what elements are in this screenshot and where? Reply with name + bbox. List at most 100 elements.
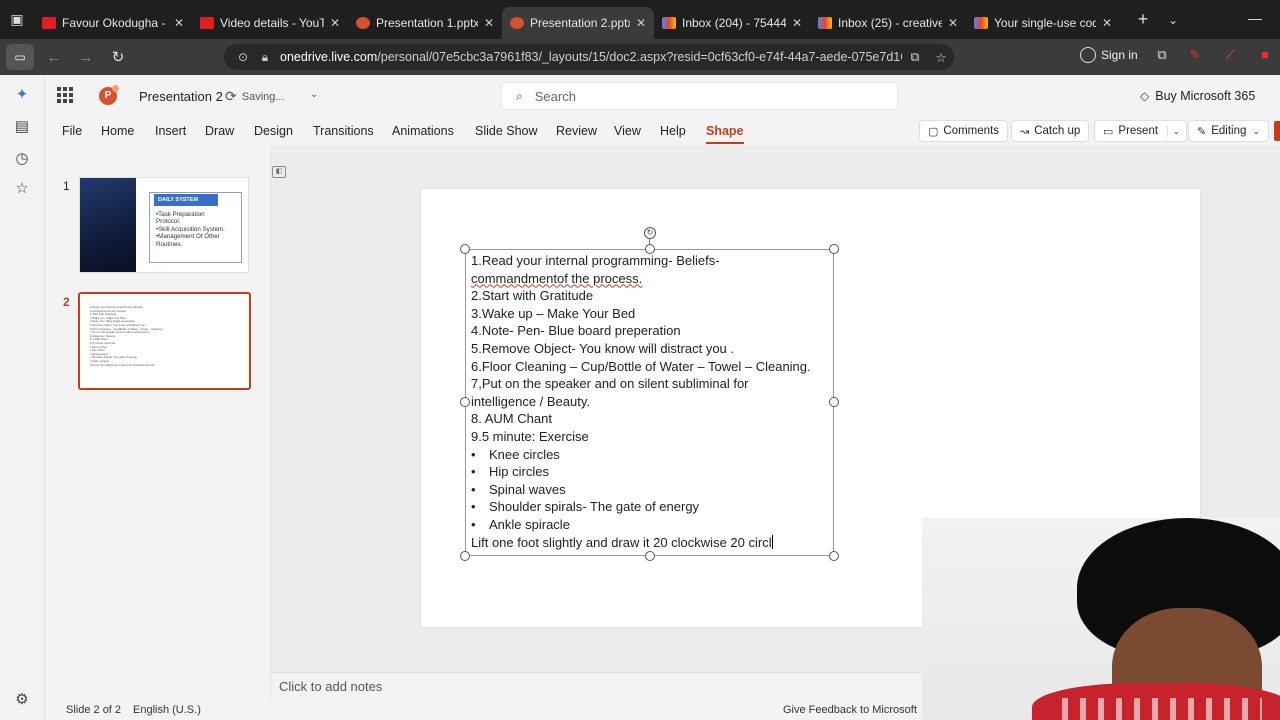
bullet-item: • Shoulder spirals- The gate of energy xyxy=(471,499,700,515)
url-path: /personal/07e5cbc3a7961f83/_layouts/15/d… xyxy=(377,50,902,64)
copilot-icon[interactable]: ✦ xyxy=(12,85,32,105)
share-button[interactable] xyxy=(1274,121,1280,141)
close-tab-icon[interactable]: ✕ xyxy=(330,16,340,30)
bullet-item: • Spinal waves xyxy=(471,481,566,497)
powerpoint-logo-icon[interactable]: P xyxy=(99,85,119,105)
text-line: 5.Remove Object- You know will distract … xyxy=(471,340,735,356)
tab-insert[interactable]: Insert xyxy=(155,124,186,138)
close-tab-icon[interactable]: ✕ xyxy=(948,16,958,30)
youtube-icon xyxy=(42,17,56,29)
present-button[interactable]: ▭ Present ⌄ xyxy=(1094,120,1188,142)
text-line-misspelled: commandmentof the process. xyxy=(471,270,643,286)
browser-tab[interactable]: Your single-use code - ✕ xyxy=(966,7,1120,39)
settings-gear-icon[interactable]: ⚙ xyxy=(12,690,32,710)
browser-toolbar: ▭ ← → ↻ ⊙ 🔒︎ onedrive.live.com/personal/… xyxy=(0,39,1280,75)
slide-thumbnail-1[interactable]: DAILY SYSTEM •Task Preparation Protocol.… xyxy=(79,177,249,273)
tab-home[interactable]: Home xyxy=(101,124,134,138)
extensions-icon[interactable]: ⧉ xyxy=(1152,47,1172,67)
minimize-window-icon[interactable]: — xyxy=(1248,10,1262,26)
close-tab-icon[interactable]: ✕ xyxy=(636,16,646,30)
close-tab-icon[interactable]: ✕ xyxy=(484,16,494,30)
text-line: 7,Put on the speaker and on silent subli… xyxy=(471,376,749,392)
slide-thumbnails-pane: 1 DAILY SYSTEM •Task Preparation Protoco… xyxy=(45,145,270,700)
webcam-overlay xyxy=(922,518,1280,720)
tab-search-chevron-icon[interactable]: ⌄ xyxy=(1158,13,1188,27)
language-indicator[interactable]: English (U.S.) xyxy=(133,704,201,716)
slide-counter: Slide 2 of 2 xyxy=(66,704,122,716)
close-tab-icon[interactable]: ✕ xyxy=(174,16,184,30)
tab-view[interactable]: View xyxy=(614,124,641,138)
lock-icon: 🔒︎ xyxy=(261,49,269,64)
install-app-icon[interactable]: ⧉ xyxy=(902,50,928,65)
history-icon[interactable]: ◷ xyxy=(12,149,32,169)
slide-text-body[interactable]: 1.Read your internal programming- Belief… xyxy=(471,252,831,551)
collapse-thumbnails-icon[interactable]: ◧ xyxy=(272,166,286,178)
tab-slide-show[interactable]: Slide Show xyxy=(475,124,538,138)
text-line: 2.Start with Gratitude xyxy=(471,288,594,304)
thumbnail-dark-panel xyxy=(80,178,136,272)
back-icon[interactable]: ← xyxy=(38,39,70,75)
tab-review[interactable]: Review xyxy=(556,124,597,138)
tab-help[interactable]: Help xyxy=(660,124,686,138)
close-tab-icon[interactable]: ✕ xyxy=(1102,16,1112,30)
site-info-icon[interactable]: ⊙ xyxy=(232,50,254,64)
sign-in-button[interactable]: Sign in xyxy=(1080,47,1138,63)
saving-status: ⟳ Saving... xyxy=(225,88,285,104)
thumbnail-heading: DAILY SYSTEM xyxy=(154,194,218,206)
present-chevron-down-icon[interactable]: ⌄ xyxy=(1166,125,1180,137)
slide-thumbnail-2[interactable]: 1.Read your internal programming- Belief… xyxy=(78,292,251,390)
refresh-icon[interactable]: ↻ xyxy=(102,39,134,75)
webcam-shirt-pattern xyxy=(1062,698,1262,720)
notes-placeholder: Click to add notes xyxy=(279,679,383,694)
favorite-star-icon[interactable]: ☆ xyxy=(928,50,954,65)
tab-draw[interactable]: Draw xyxy=(205,124,234,138)
resize-handle-s[interactable] xyxy=(645,551,655,561)
search-input[interactable]: ⌕ Search xyxy=(501,82,898,110)
editing-mode-button[interactable]: ✎ Editing ⌄ xyxy=(1188,120,1269,142)
text-line-editing: Lift one foot slightly and draw it 20 cl… xyxy=(471,534,773,550)
pencil-icon: ✎ xyxy=(1197,125,1207,138)
resize-handle-nw[interactable] xyxy=(460,244,470,254)
text-caret xyxy=(771,534,773,549)
sidebar-toggle-icon[interactable]: ▭ xyxy=(6,44,34,70)
browser-tab[interactable]: Presentation 1.pptx ✕ xyxy=(348,7,502,39)
browser-tab[interactable]: Favour Okodugha - Yo ✕ xyxy=(34,7,192,39)
extension-pin-icon[interactable]: ⟋ xyxy=(1220,47,1240,67)
favorites-icon[interactable]: ☆ xyxy=(12,179,32,199)
forward-icon[interactable]: → xyxy=(70,39,102,75)
rotate-handle-icon[interactable]: ↻ xyxy=(644,227,656,239)
address-bar[interactable]: ⊙ 🔒︎ onedrive.live.com/personal/07e5cbc3… xyxy=(224,44,954,70)
comments-button[interactable]: ▢ Comments xyxy=(919,120,1009,142)
resize-handle-w[interactable] xyxy=(460,397,470,407)
extension-record-icon[interactable]: ■ xyxy=(1255,47,1275,67)
tab-animations[interactable]: Animations xyxy=(392,124,454,138)
browser-tab-active[interactable]: Presentation 2.pptx ✕ xyxy=(502,7,654,39)
document-title[interactable]: Presentation 2 xyxy=(139,89,223,104)
tab-design[interactable]: Design xyxy=(254,124,293,138)
collections-icon[interactable]: ▤ xyxy=(12,117,32,137)
browser-tab[interactable]: Video details - YouTub ✕ xyxy=(192,7,348,39)
resize-handle-se[interactable] xyxy=(829,551,839,561)
tab-actions-icon[interactable]: ▣ xyxy=(0,0,34,39)
text-line: 4.Note- Pen- Blue board preperation xyxy=(471,323,681,339)
thumbnail-text: 1.Read your internal programming- Belief… xyxy=(90,305,164,367)
catch-up-button[interactable]: ↝ Catch up xyxy=(1011,120,1090,142)
powerpoint-icon xyxy=(356,17,370,29)
url-domain: onedrive.live.com xyxy=(280,50,378,64)
resize-handle-sw[interactable] xyxy=(460,551,470,561)
ribbon-tabs: File Home Insert Draw Design Transitions… xyxy=(45,119,1280,145)
tab-shape[interactable]: Shape xyxy=(706,124,744,144)
slide-number: 1 xyxy=(63,179,70,193)
tab-transitions[interactable]: Transitions xyxy=(313,124,374,138)
browser-tab[interactable]: Inbox (204) - 75444@ ✕ xyxy=(654,7,810,39)
app-launcher-icon[interactable] xyxy=(57,87,73,103)
title-chevron-down-icon[interactable]: ⌄ xyxy=(310,89,318,100)
tab-file[interactable]: File xyxy=(62,124,82,138)
buy-microsoft-365-button[interactable]: ◇ Buy Microsoft 365 xyxy=(1140,89,1255,103)
feedback-link[interactable]: Give Feedback to Microsoft xyxy=(783,704,917,716)
browser-tab[interactable]: Inbox (25) - creative8b ✕ xyxy=(810,7,966,39)
new-tab-icon[interactable]: + xyxy=(1128,9,1158,30)
extension-red-icon[interactable]: ✎ xyxy=(1185,47,1205,67)
text-line: 1.Read your internal programming- Belief… xyxy=(471,253,720,268)
close-tab-icon[interactable]: ✕ xyxy=(792,16,802,30)
